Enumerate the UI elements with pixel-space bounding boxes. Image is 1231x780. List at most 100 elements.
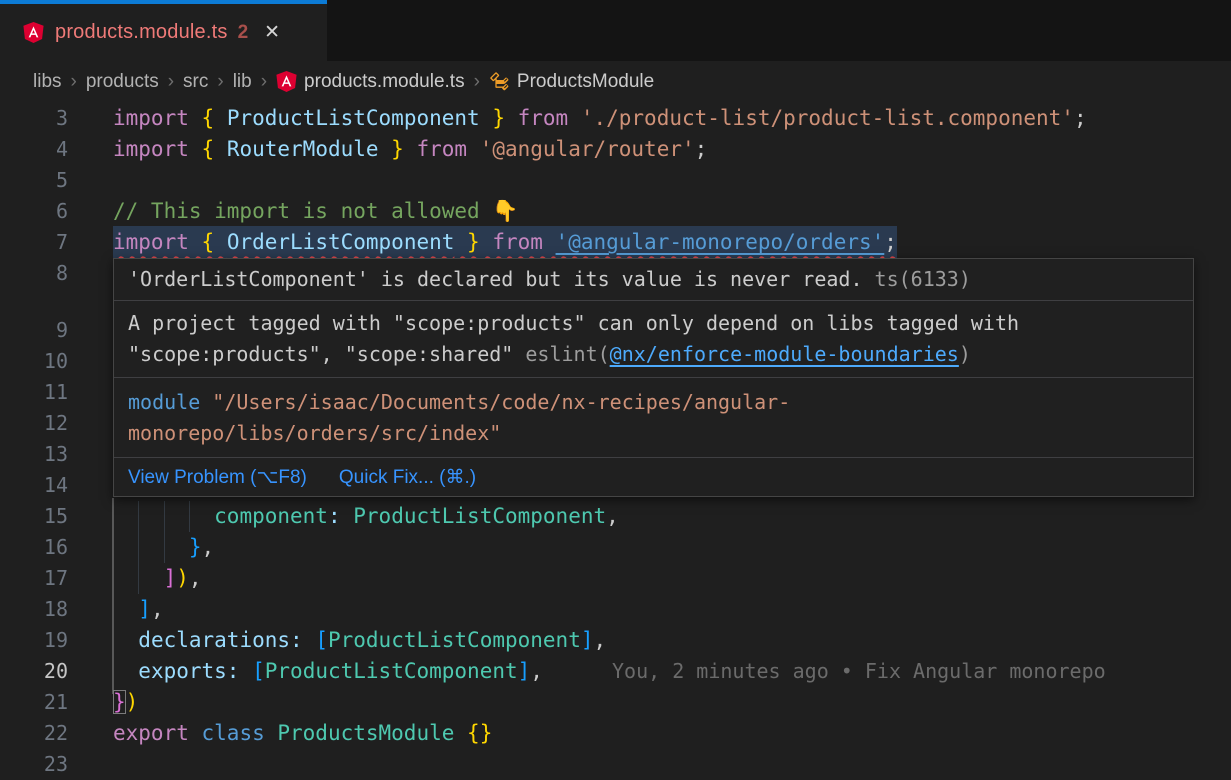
code-line[interactable]: 23 (0, 749, 1231, 780)
chevron-right-icon: › (71, 71, 77, 93)
indent-guide (164, 532, 165, 563)
code-token: ProductListComponent (328, 628, 581, 652)
code-token: ) (176, 566, 189, 590)
indent-guide (138, 501, 139, 532)
code-line[interactable]: 18 ], (0, 594, 1231, 625)
line-number[interactable]: 17 (0, 563, 68, 594)
code-token: ts(6133) (875, 267, 971, 291)
code-line-text: ]), (113, 563, 202, 594)
code-line-text: import { OrderListComponent } from '@ang… (113, 227, 897, 258)
code-line-text: }) (113, 687, 138, 718)
breadcrumb-label: src (183, 71, 208, 93)
code-line-text: import { ProductListComponent } from './… (113, 103, 1087, 134)
line-number[interactable]: 23 (0, 749, 68, 780)
code-line-text: component: ProductListComponent, (113, 501, 619, 532)
line-number[interactable]: 22 (0, 718, 68, 749)
line-number[interactable]: 10 (0, 346, 68, 377)
vscode-window: products.module.ts 2 ✕ libs › products ›… (0, 0, 1231, 780)
editor[interactable]: 'OrderListComponent' is declared but its… (0, 102, 1231, 780)
hover-module-path: module "/Users/isaac/Documents/code/nx-r… (114, 378, 1193, 458)
chevron-right-icon: › (217, 71, 223, 93)
line-number[interactable]: 16 (0, 532, 68, 563)
code-token: ; (1074, 106, 1087, 130)
indent-guide (138, 532, 139, 563)
breadcrumb-item-src[interactable]: src (183, 71, 208, 93)
code-token: } (480, 106, 505, 130)
line-number[interactable]: 4 (0, 134, 68, 165)
code-line-text: ], (113, 594, 164, 625)
breadcrumb-label: products (86, 71, 159, 93)
code-token: component (214, 504, 328, 528)
line-number[interactable]: 12 (0, 408, 68, 439)
git-blame-annotation: You, 2 minutes ago • Fix Angular monorep… (612, 656, 1106, 687)
code-token: import (113, 230, 202, 254)
code-token: '@angular-monorepo/orders' (556, 230, 885, 254)
code-line[interactable]: 6// This import is not allowed 👇 (0, 196, 1231, 227)
code-token (113, 628, 138, 652)
line-number[interactable]: 11 (0, 377, 68, 408)
line-number[interactable]: 15 (0, 501, 68, 532)
breadcrumb-item-lib[interactable]: lib (233, 71, 252, 93)
breadcrumb-label: libs (33, 71, 62, 93)
breadcrumb-item-file[interactable]: products.module.ts (276, 71, 465, 93)
code-token: import (113, 106, 202, 130)
code-line[interactable]: 22export class ProductsModule {} (0, 718, 1231, 749)
code-line[interactable]: 7 import { OrderListComponent } from '@an… (0, 227, 1231, 258)
code-token: ] (581, 628, 594, 652)
tab-products-module[interactable]: products.module.ts 2 ✕ (0, 0, 327, 61)
code-token: , (189, 566, 202, 590)
code-token: {} (467, 721, 492, 745)
breadcrumb-item-products[interactable]: products (86, 71, 159, 93)
code-line[interactable]: 3 import { ProductListComponent } from '.… (0, 103, 1231, 134)
code-token: , (151, 597, 164, 621)
code-line[interactable]: 17 ]), (0, 563, 1231, 594)
hover-message-ts6133: 'OrderListComponent' is declared but its… (114, 259, 1193, 301)
view-problem-action[interactable]: View Problem (⌥F8) (128, 466, 307, 489)
breadcrumb: libs › products › src › lib › products.m… (0, 61, 1231, 102)
code-line-text: }, (113, 532, 214, 563)
code-line[interactable]: 15 component: ProductListComponent, (0, 501, 1231, 532)
code-token (454, 721, 467, 745)
code-token: eslint( (525, 342, 609, 366)
line-number[interactable]: 20 (0, 656, 68, 687)
code-token: RouterModule (227, 137, 379, 161)
nx-rule-link[interactable]: @nx/enforce-module-boundaries (610, 342, 959, 366)
line-number[interactable]: 19 (0, 625, 68, 656)
code-token (239, 659, 252, 683)
code-token: exports: (138, 659, 239, 683)
code-token: , (530, 659, 543, 683)
indent-guide (189, 501, 190, 532)
line-number[interactable]: 3 (0, 103, 68, 134)
line-number[interactable]: 14 (0, 470, 68, 501)
code-token: export (113, 721, 202, 745)
code-token (113, 597, 138, 621)
code-line[interactable]: 20 exports: [ProductListComponent],You, … (0, 656, 1231, 687)
code-token: , (202, 535, 215, 559)
quick-fix-action[interactable]: Quick Fix... (⌘.) (339, 466, 476, 489)
code-token: [ (252, 659, 265, 683)
chevron-right-icon: › (261, 71, 267, 93)
line-number[interactable]: 6 (0, 196, 68, 227)
code-line[interactable]: 16 }, (0, 532, 1231, 563)
code-line[interactable]: 19 declarations: [ProductListComponent], (0, 625, 1231, 656)
line-number[interactable]: 5 (0, 165, 68, 196)
hover-message-eslint: A project tagged with "scope:products" c… (114, 301, 1193, 378)
code-token (303, 628, 316, 652)
code-token: from (404, 137, 480, 161)
code-token: ] (138, 597, 151, 621)
line-number[interactable]: 9 (0, 315, 68, 346)
line-number[interactable]: 7 (0, 227, 68, 258)
line-number[interactable]: 8 (0, 258, 68, 289)
line-number[interactable]: 13 (0, 439, 68, 470)
breadcrumb-item-class[interactable]: ProductsModule (489, 71, 654, 93)
close-icon[interactable]: ✕ (264, 23, 280, 42)
line-number[interactable]: 21 (0, 687, 68, 718)
code-line[interactable]: 21}) (0, 687, 1231, 718)
code-line[interactable]: 4import { RouterModule } from '@angular/… (0, 134, 1231, 165)
code-token (113, 535, 189, 559)
indent-guide (164, 501, 165, 532)
code-token: import (113, 137, 202, 161)
breadcrumb-item-libs[interactable]: libs (33, 71, 62, 93)
code-line[interactable]: 5 (0, 165, 1231, 196)
line-number[interactable]: 18 (0, 594, 68, 625)
